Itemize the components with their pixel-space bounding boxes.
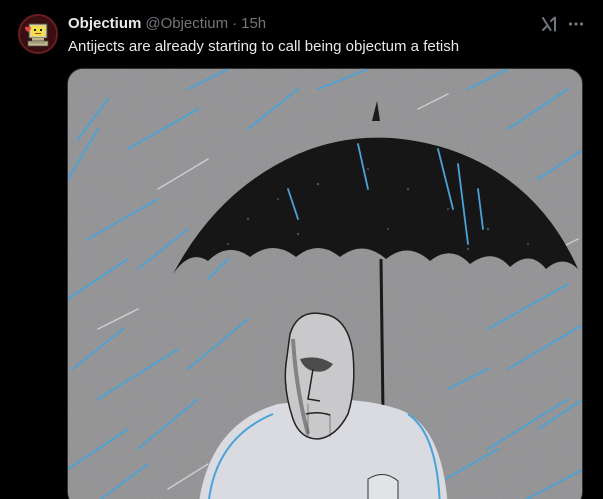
user-handle[interactable]: @Objectium bbox=[145, 14, 228, 34]
more-options-button[interactable] bbox=[565, 13, 587, 35]
tweet[interactable]: Objectium @Objectium · 15h Antijects are… bbox=[0, 0, 603, 499]
umbrella-rain-illustration bbox=[68, 69, 582, 499]
more-icon bbox=[568, 22, 584, 26]
tweet-text: Antijects are already starting to call b… bbox=[68, 38, 460, 55]
display-name[interactable]: Objectium bbox=[68, 14, 141, 34]
timestamp[interactable]: 15h bbox=[241, 14, 266, 34]
grok-button[interactable] bbox=[538, 13, 560, 35]
tweet-header: Objectium @Objectium · 15h bbox=[68, 14, 266, 34]
separator-dot: · bbox=[232, 15, 238, 32]
avatar-computer-icon bbox=[20, 16, 56, 52]
grok-icon bbox=[542, 16, 556, 32]
avatar[interactable] bbox=[18, 14, 58, 54]
tweet-media-image[interactable] bbox=[67, 68, 583, 499]
